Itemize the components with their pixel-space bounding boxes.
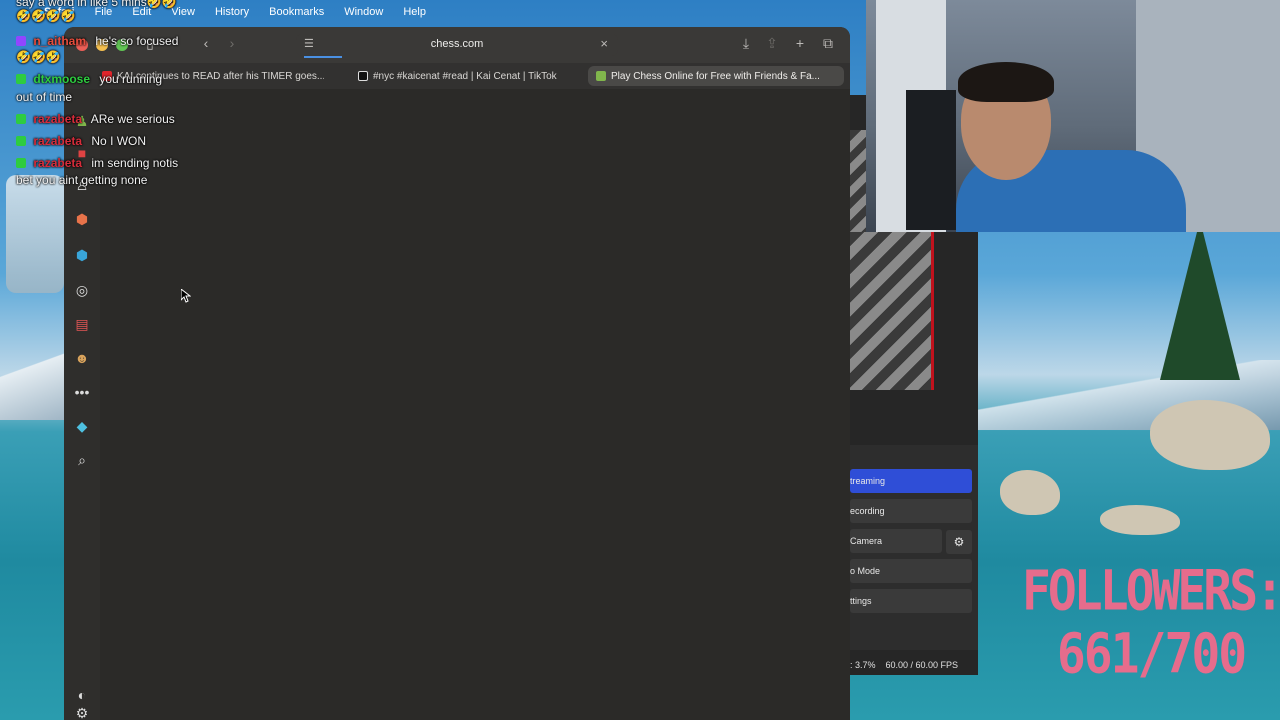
obs-fps-readout: 60.00 / 60.00 FPS — [885, 660, 959, 670]
chat-message: razabeta im sending notis — [16, 156, 178, 170]
obs-button-label: treaming — [850, 476, 886, 486]
settings-icon[interactable]: ⚙ — [72, 707, 92, 720]
chat-message: dtxmoose you running — [16, 72, 162, 86]
more-icon[interactable]: ••• — [72, 382, 92, 402]
wallpaper-rock — [1100, 505, 1180, 535]
shield-icon[interactable]: ⬢ — [72, 209, 92, 229]
address-text: chess.com — [430, 38, 484, 50]
chat-message: 🤣🤣🤣🤣 — [16, 9, 76, 23]
moderator-badge-icon — [16, 74, 26, 84]
news-icon[interactable]: ▤ — [72, 314, 92, 334]
tab-label: #nyc #kaicenat #read | Kai Cenat | TikTo… — [373, 70, 557, 82]
obs-studio-mode-button[interactable]: o Mode — [850, 559, 972, 583]
chat-text: out of time — [16, 90, 73, 104]
download-icon[interactable]: ⤓ — [736, 35, 756, 52]
wallpaper-mountains-left — [0, 340, 66, 420]
chat-message: n_aitham he's so focused — [16, 34, 178, 48]
subscriber-badge-icon — [16, 36, 26, 46]
chat-message: say a word in like 5 mins🤣🤣 — [16, 0, 177, 9]
obs-preview-strip — [850, 130, 866, 232]
chess-pawn-favicon-icon — [596, 71, 606, 81]
chat-message: razabeta No I WON — [16, 134, 146, 148]
obs-preview — [850, 232, 933, 390]
chat-username: dtxmoose — [33, 72, 91, 86]
obs-gear-icon[interactable]: ⚙ — [946, 530, 972, 554]
webcam-chair — [906, 90, 956, 230]
diamond-icon[interactable]: ◆ — [72, 416, 92, 436]
menu-window[interactable]: Window — [344, 6, 383, 18]
mouse-cursor-icon — [181, 289, 191, 303]
address-bar[interactable]: ☰ chess.com × — [296, 34, 618, 56]
load-progress-bar — [304, 56, 342, 58]
chat-text: No I WON — [91, 134, 147, 148]
chat-username: razabeta — [33, 134, 83, 148]
obs-virtual-camera-button[interactable]: Camera — [850, 529, 942, 553]
chat-username: n_aitham — [33, 34, 87, 48]
contrast-icon[interactable]: ◐ — [72, 685, 92, 705]
chat-text: he's so focused — [95, 34, 179, 48]
chat-text: ARe we serious — [90, 112, 175, 126]
followers-count: 661/700 — [1056, 621, 1247, 686]
tab-tiktok[interactable]: #nyc #kaicenat #read | Kai Cenat | TikTo… — [350, 66, 582, 86]
moderator-badge-icon — [16, 158, 26, 168]
chat-text: 🤣🤣🤣🤣 — [16, 9, 76, 23]
obs-button-label: o Mode — [850, 566, 881, 576]
tab-overview-icon[interactable]: ⧉ — [818, 35, 838, 52]
obs-settings-button[interactable]: ttings — [850, 589, 972, 613]
obs-start-streaming-button[interactable]: treaming — [850, 469, 972, 493]
chat-message: razabeta ARe we serious — [16, 112, 175, 126]
chat-text: bet you aint getting none — [16, 173, 148, 187]
people-icon[interactable]: ☻ — [72, 348, 92, 368]
obs-cpu-readout: : 3.7% — [850, 660, 876, 670]
chat-text: say a word in like 5 mins🤣🤣 — [16, 0, 177, 9]
wallpaper-tree — [1160, 220, 1240, 380]
obs-button-label: Camera — [850, 536, 883, 546]
search-icon[interactable]: ⌕ — [72, 450, 92, 470]
chat-overlay: say a word in like 5 mins🤣🤣 🤣🤣🤣🤣 n_aitha… — [0, 0, 260, 200]
chat-message: 🤣🤣🤣 — [16, 50, 61, 64]
chat-message: bet you aint getting none — [16, 173, 147, 187]
followers-label: FOLLOWERS: — [1022, 558, 1280, 624]
moderator-badge-icon — [16, 114, 26, 124]
chat-username: razabeta — [33, 156, 83, 170]
tab-label: Play Chess Online for Free with Friends … — [611, 70, 820, 82]
binoculars-icon[interactable]: ◎ — [72, 280, 92, 300]
webcam-person-hair — [958, 62, 1054, 102]
obs-button-label: ttings — [850, 596, 872, 606]
tab-chess[interactable]: Play Chess Online for Free with Friends … — [588, 66, 844, 86]
new-tab-icon[interactable]: + — [790, 35, 810, 51]
obs-preview-redline — [931, 232, 934, 390]
chat-text: im sending notis — [91, 156, 179, 170]
webcam-feed — [866, 0, 1280, 232]
menu-bookmarks[interactable]: Bookmarks — [269, 6, 324, 18]
chat-text: 🤣🤣🤣 — [16, 50, 61, 64]
chat-message: out of time — [16, 90, 72, 104]
obs-start-recording-button[interactable]: ecording — [850, 499, 972, 523]
chat-username: razabeta — [33, 112, 83, 126]
tiktok-favicon-icon — [358, 71, 368, 81]
menu-help[interactable]: Help — [403, 6, 426, 18]
share-icon[interactable]: ⇪ — [762, 35, 782, 52]
moderator-badge-icon — [16, 136, 26, 146]
followers-goal: FOLLOWERS: 661/700 — [1022, 561, 1280, 695]
graduation-cap-icon[interactable]: ⬢ — [72, 245, 92, 265]
chat-text: you running — [99, 72, 163, 86]
obs-button-label: ecording — [850, 506, 885, 516]
stop-loading-icon[interactable]: × — [600, 36, 608, 51]
obs-status-bar: : 3.7% 60.00 / 60.00 FPS — [850, 657, 978, 673]
